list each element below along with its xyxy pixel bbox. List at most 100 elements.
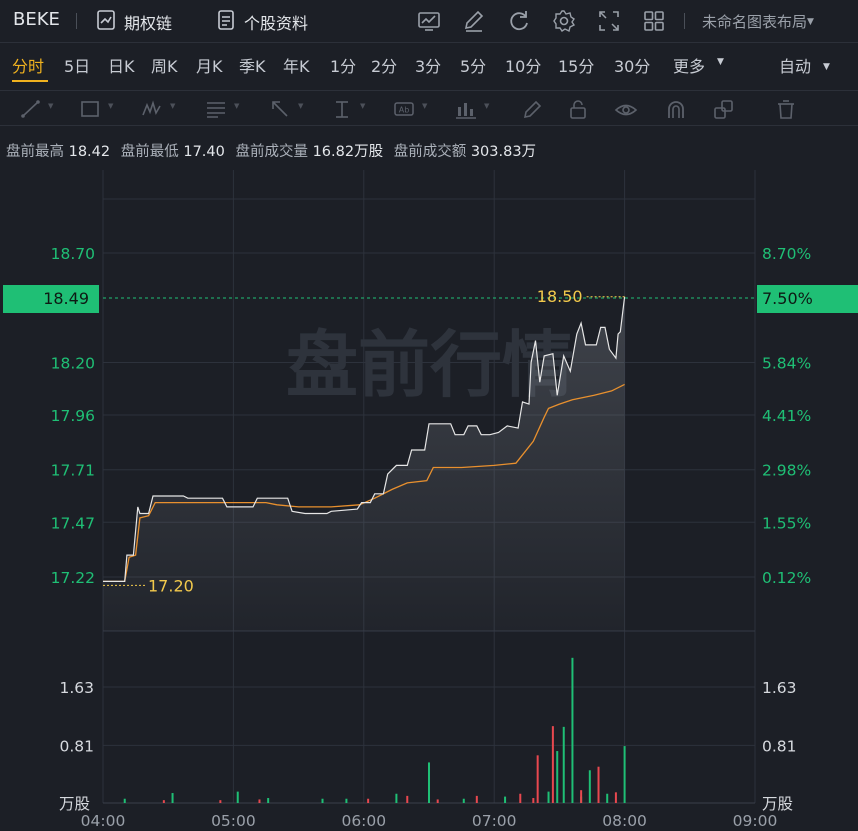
- period-tab-11[interactable]: 10分: [505, 53, 541, 77]
- gear-icon[interactable]: [551, 8, 577, 34]
- svg-text:Ab: Ab: [399, 106, 410, 115]
- period-tab-9[interactable]: 3分: [415, 53, 441, 77]
- indicator-tool-icon[interactable]: ▼: [454, 98, 489, 120]
- volume-bar-up: [556, 751, 559, 803]
- time-axis-label: 07:00: [472, 812, 517, 830]
- volume-bar-up: [606, 793, 609, 803]
- text-tool-icon[interactable]: Ab ▼: [392, 98, 427, 120]
- volume-bar-down: [597, 766, 600, 803]
- period-tab-8[interactable]: 2分: [371, 53, 397, 77]
- low-marker-label: 17.20: [148, 576, 194, 595]
- trash-icon[interactable]: [774, 98, 804, 120]
- measure-tool-icon[interactable]: ▼: [330, 98, 365, 120]
- volume-bar-up: [171, 793, 174, 803]
- time-axis-label: 06:00: [341, 812, 386, 830]
- percent-axis-label: 5.84%: [762, 354, 811, 372]
- period-tab-10[interactable]: 5分: [460, 53, 486, 77]
- volume-bar-down: [162, 800, 165, 803]
- price-axis-label: 18.20: [51, 354, 95, 372]
- volume-bar-down: [258, 799, 261, 803]
- price-axis-label: 17.47: [51, 514, 95, 532]
- caret-down-icon: ▼: [807, 17, 814, 27]
- percent-axis-label: 2.98%: [762, 462, 811, 480]
- percent-axis-label: 8.70%: [762, 245, 811, 263]
- premarket-high-value: 18.42: [68, 144, 111, 160]
- volume-bar-up: [395, 793, 398, 803]
- fib-tool-icon[interactable]: ▼: [204, 98, 239, 120]
- period-tab-12[interactable]: 15分: [558, 53, 594, 77]
- volume-bar-down: [536, 755, 539, 803]
- period-bar: 分时 5日 日K 周K 月K 季K 年K 1分 2分 3分 5分 10分 15分 30分 更多 ▼: [0, 44, 858, 86]
- premarket-high-label: 盘前最高: [6, 144, 64, 160]
- price-axis-label: 17.22: [51, 569, 95, 587]
- current-change-pct-tag: 7.50%: [757, 285, 858, 313]
- volume-unit-label: 万股: [59, 795, 90, 813]
- premarket-amount-value: 303.83万: [470, 144, 537, 160]
- period-tab-2[interactable]: 日K: [108, 53, 135, 77]
- volume-axis-label: 0.81: [59, 737, 94, 755]
- volume-axis-label: 0.81: [762, 737, 797, 755]
- auto-scale-dropdown[interactable]: 自动 ▼: [779, 53, 830, 77]
- line-tool-icon[interactable]: ▼: [18, 98, 53, 120]
- lock-icon[interactable]: [566, 98, 596, 120]
- period-tab-0[interactable]: 分时: [12, 53, 44, 77]
- period-tab-14[interactable]: 更多: [673, 53, 705, 77]
- magnet-icon[interactable]: [664, 98, 694, 120]
- refresh-icon[interactable]: [506, 8, 532, 34]
- stock-info-link[interactable]: 个股资料: [244, 10, 308, 34]
- volume-bar-up: [123, 798, 126, 803]
- premarket-low-value: 17.40: [183, 144, 225, 160]
- layers-icon[interactable]: [712, 98, 742, 120]
- period-tab-13[interactable]: 30分: [614, 53, 650, 77]
- rectangle-tool-icon[interactable]: ▼: [78, 98, 113, 120]
- volume-bar-down: [367, 798, 370, 803]
- stock-info-icon[interactable]: [216, 9, 236, 31]
- volume-bar-up: [588, 770, 591, 803]
- premarket-volume-value: 16.82万股: [312, 144, 384, 160]
- pencil-icon[interactable]: [520, 98, 550, 120]
- volume-bar-down: [436, 799, 439, 803]
- ticker-symbol[interactable]: BEKE: [13, 9, 60, 30]
- eye-icon[interactable]: [614, 98, 644, 120]
- period-tab-5[interactable]: 季K: [239, 53, 266, 77]
- period-tab-3[interactable]: 周K: [151, 53, 178, 77]
- header-separator: [684, 13, 685, 29]
- option-chain-icon[interactable]: [96, 9, 116, 31]
- arrow-tool-icon[interactable]: ▼: [268, 98, 303, 120]
- volume-bar-down: [519, 793, 522, 803]
- volume-bar-up: [547, 791, 550, 803]
- draw-icon[interactable]: [461, 8, 487, 34]
- volume-axis-label: 1.63: [762, 679, 797, 697]
- period-tab-6[interactable]: 年K: [283, 53, 310, 77]
- volume-bar-up: [345, 798, 348, 803]
- percent-axis-label: 0.12%: [762, 569, 811, 587]
- header-bar: BEKE 期权链 个股资料 未命名图表布局▼: [0, 0, 858, 43]
- option-chain-link[interactable]: 期权链: [124, 10, 172, 34]
- volume-bar-up: [428, 762, 430, 803]
- header-separator: [76, 13, 77, 29]
- chart-settings-icon[interactable]: [416, 8, 442, 34]
- layout-name-dropdown[interactable]: 未命名图表布局▼: [702, 11, 814, 32]
- volume-bar-up: [504, 796, 507, 803]
- volume-unit-label: 万股: [762, 795, 793, 813]
- volume-bar-up: [267, 798, 270, 803]
- pattern-tool-icon[interactable]: ▼: [140, 98, 175, 120]
- period-tab-1[interactable]: 5日: [64, 53, 90, 77]
- price-chart[interactable]: 盘前行情18.5017.2018.70 8.70%18.20 5.84%17.96 4…: [0, 170, 858, 831]
- current-price-tag: 18.49: [3, 285, 99, 313]
- period-tab-4[interactable]: 月K: [196, 53, 223, 77]
- period-tab-7[interactable]: 1分: [330, 53, 356, 77]
- percent-axis-label: 1.55%: [762, 514, 811, 532]
- volume-axis-label: 1.63: [59, 679, 94, 697]
- volume-bar-down: [614, 792, 617, 803]
- volume-bar-down: [219, 800, 222, 803]
- volume-bar-up: [236, 791, 239, 803]
- grid-layout-icon[interactable]: [641, 8, 667, 34]
- volume-bar-up: [462, 798, 465, 803]
- more-caret-icon: ▼: [717, 57, 724, 67]
- volume-bar-up: [571, 657, 574, 803]
- fullscreen-icon[interactable]: [596, 8, 622, 34]
- layout-name: 未命名图表布局: [702, 13, 808, 31]
- price-axis-label: 17.71: [51, 462, 95, 480]
- price-axis-label: 18.70: [51, 245, 95, 263]
